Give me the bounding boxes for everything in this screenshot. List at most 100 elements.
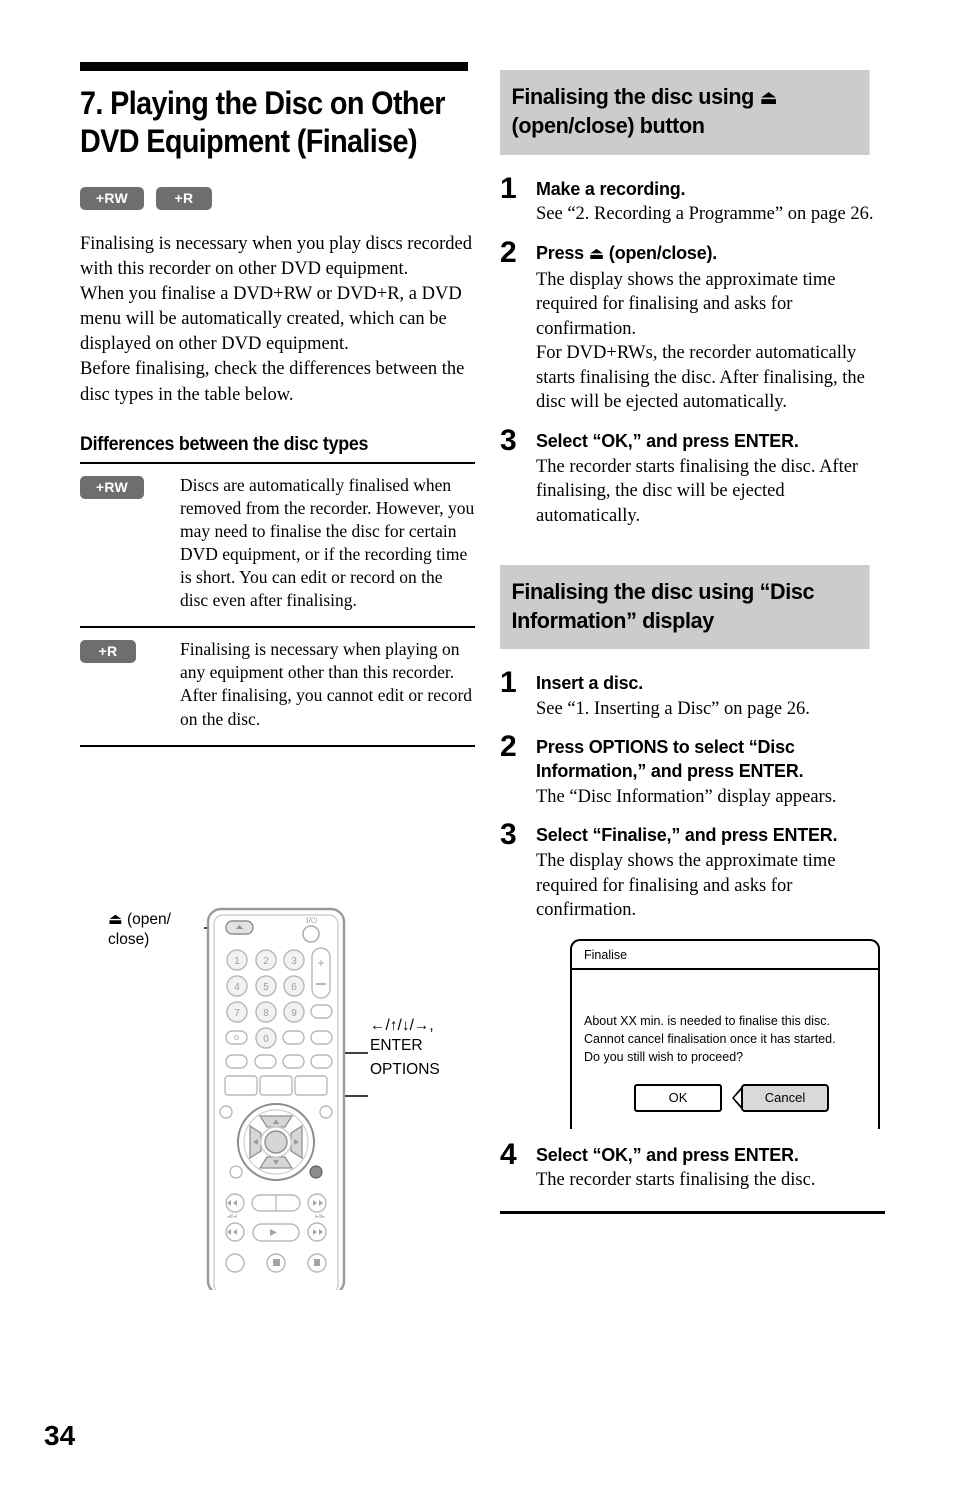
dialog-message-line-2: Cannot cancel finalisation once it has s… bbox=[584, 1031, 836, 1046]
callout-eject-button: ⏏ (open/ close) bbox=[108, 910, 204, 950]
svg-text:3: 3 bbox=[291, 956, 297, 967]
svg-text:2: 2 bbox=[263, 956, 269, 967]
eject-icon: ⏏ bbox=[588, 243, 605, 264]
svg-text:0: 0 bbox=[263, 1034, 269, 1045]
step-description: The recorder starts finalising the disc.… bbox=[536, 456, 859, 526]
intro-text: Finalising is necessary when you play di… bbox=[80, 232, 475, 408]
right-column: Finalising the disc using ⏏ (open/close)… bbox=[500, 70, 885, 1214]
step-title: Press ⏏ (open/close). bbox=[536, 241, 875, 266]
disc-badge-plus-rw-row: +RW bbox=[80, 475, 144, 499]
table-cell-description: Discs are automatically finalised when r… bbox=[180, 474, 475, 611]
disc-badge-plus-r-row: +R bbox=[80, 640, 136, 664]
svg-text:5: 5 bbox=[263, 982, 269, 993]
step-description: The display shows the approximate time r… bbox=[536, 269, 865, 413]
dialog-title: Finalise bbox=[572, 941, 878, 970]
section-heading-open-close: Finalising the disc using ⏏ (open/close)… bbox=[500, 70, 870, 155]
dialog-cancel-button[interactable]: Cancel bbox=[741, 1084, 829, 1113]
step-title-post: (open/close). bbox=[604, 241, 718, 263]
callout-dpad-arrows: ←/↑/↓/→, bbox=[370, 1017, 434, 1034]
page-title: 7. Playing the Disc on Other DVD Equipme… bbox=[80, 85, 445, 159]
step-number: 2 bbox=[500, 235, 517, 269]
dialog-ok-button[interactable]: OK bbox=[634, 1084, 722, 1113]
onscreen-dialog-finalise: Finalise About XX min. is needed to fina… bbox=[570, 938, 880, 1129]
heading-text-post: (open/close) button bbox=[511, 113, 705, 139]
callout-dpad-enter-label: ENTER bbox=[370, 1037, 423, 1055]
svg-text:1: 1 bbox=[234, 956, 240, 967]
display-button bbox=[229, 1165, 243, 1179]
left-round-key bbox=[219, 1105, 233, 1119]
page-number: 34 bbox=[44, 1420, 76, 1451]
step-number: 1 bbox=[500, 666, 517, 700]
table-cell-badge: +RW bbox=[80, 463, 180, 628]
title-top-rule bbox=[80, 62, 468, 71]
step-3-disc-info: 3 Select “Finalise,” and press ENTER. Th… bbox=[500, 811, 885, 1129]
callout-options-label: OPTIONS bbox=[370, 1061, 440, 1078]
callout-options-button: OPTIONS bbox=[370, 1060, 480, 1080]
left-column: 7. Playing the Disc on Other DVD Equipme… bbox=[80, 62, 475, 747]
step-title: Insert a disc. bbox=[536, 672, 644, 694]
svg-text:8: 8 bbox=[263, 1008, 269, 1019]
callout-dpad-enter: ←/↑/↓/→, ENTER bbox=[370, 1016, 480, 1056]
dialog-message: About XX min. is needed to finalise this… bbox=[572, 970, 878, 1066]
step-number: 3 bbox=[500, 424, 517, 458]
eject-icon: ⏏ bbox=[759, 85, 778, 109]
step-description: The display shows the approximate time r… bbox=[536, 850, 836, 921]
callout-eject-line2: close) bbox=[108, 931, 150, 949]
soft-key-row bbox=[224, 1075, 328, 1096]
svg-text:l▸/ll▸: l▸/ll▸ bbox=[315, 1214, 325, 1220]
callout-eject-line1: ⏏ (open/ bbox=[108, 911, 171, 928]
step-1-disc-info: 1 Insert a disc. See “1. Inserting a Dis… bbox=[500, 659, 885, 721]
step-number: 1 bbox=[500, 171, 517, 205]
step-title: Select “OK,” and press ENTER. bbox=[536, 1143, 799, 1165]
heading-text-pre: Finalising the disc using bbox=[511, 84, 760, 109]
channel-plus: + bbox=[317, 956, 324, 970]
step-title: Press OPTIONS to select “Disc Informatio… bbox=[536, 736, 804, 781]
table-row: +RW Discs are automatically finalised wh… bbox=[80, 462, 475, 628]
dialog-button-row: OK Cancel bbox=[634, 1084, 878, 1113]
disc-table-heading: Differences between the disc types bbox=[80, 433, 369, 455]
section-heading-disc-information: Finalising the disc using “Disc Informat… bbox=[500, 564, 870, 650]
step-2-open-close: 2 Press ⏏ (open/close). The display show… bbox=[500, 229, 885, 415]
enter-button bbox=[264, 1130, 288, 1154]
remote-control-svg: I/⏻ 1 2 3 4 5 6 7 8 9 0 + ◂ll/◂l l▸/ll▸ bbox=[204, 907, 368, 1296]
svg-text:6: 6 bbox=[291, 982, 297, 993]
intro-paragraph-3: Before finalising, check the differences… bbox=[80, 359, 465, 405]
section-bottom-rule bbox=[500, 1210, 885, 1214]
step-title: Select “Finalise,” and press ENTER. bbox=[536, 824, 838, 846]
disc-type-badges: +RW +R bbox=[80, 186, 475, 210]
step-description: The recorder starts finalising the disc. bbox=[536, 1170, 816, 1191]
dialog-message-line-1: About XX min. is needed to finalise this… bbox=[584, 1013, 830, 1028]
table-cell-description: Finalising is necessary when playing on … bbox=[180, 639, 473, 729]
svg-text:4: 4 bbox=[234, 982, 240, 993]
step-2-disc-info: 2 Press OPTIONS to select “Disc Informat… bbox=[500, 723, 885, 809]
step-title-pre: Press bbox=[536, 241, 589, 263]
svg-text:7: 7 bbox=[234, 1008, 240, 1019]
step-description: See “1. Inserting a Disc” on page 26. bbox=[536, 698, 810, 719]
power-label: I/⏻ bbox=[306, 916, 318, 925]
intro-paragraph-2: When you finalise a DVD+RW or DVD+R, a D… bbox=[80, 283, 462, 355]
remote-control-diagram: ⏏ (open/ close) ←/↑/↓/→, ENTER OPTIONS I… bbox=[80, 900, 480, 1296]
table-cell-badge: +R bbox=[80, 627, 180, 745]
step-description: The “Disc Information” display appears. bbox=[536, 786, 837, 807]
step-number: 2 bbox=[500, 730, 517, 764]
power-button bbox=[302, 925, 320, 943]
disc-badge-plus-r: +R bbox=[156, 186, 212, 210]
disc-types-table: +RW Discs are automatically finalised wh… bbox=[80, 462, 475, 747]
manual-page: 7. Playing the Disc on Other DVD Equipme… bbox=[0, 0, 954, 1486]
right-round-key bbox=[319, 1105, 333, 1119]
intro-paragraph-1: Finalising is necessary when you play di… bbox=[80, 233, 473, 279]
dialog-message-line-3: Do you still wish to proceed? bbox=[584, 1049, 744, 1064]
step-title: Select “OK,” and press ENTER. bbox=[536, 430, 799, 452]
step-title: Make a recording. bbox=[536, 177, 686, 199]
svg-text:9: 9 bbox=[291, 1008, 297, 1019]
disc-badge-plus-rw: +RW bbox=[80, 186, 144, 210]
step-4-disc-info: 4 Select “OK,” and press ENTER. The reco… bbox=[500, 1131, 885, 1193]
step-number: 3 bbox=[500, 818, 517, 852]
svg-text:◂ll/◂l: ◂ll/◂l bbox=[227, 1214, 237, 1220]
options-button bbox=[309, 1165, 323, 1179]
step-3-open-close: 3 Select “OK,” and press ENTER. The reco… bbox=[500, 417, 885, 528]
step-1-open-close: 1 Make a recording. See “2. Recording a … bbox=[500, 165, 885, 227]
step-description: See “2. Recording a Programme” on page 2… bbox=[536, 204, 874, 225]
table-row: +R Finalising is necessary when playing … bbox=[80, 627, 475, 746]
step-number: 4 bbox=[500, 1137, 517, 1171]
